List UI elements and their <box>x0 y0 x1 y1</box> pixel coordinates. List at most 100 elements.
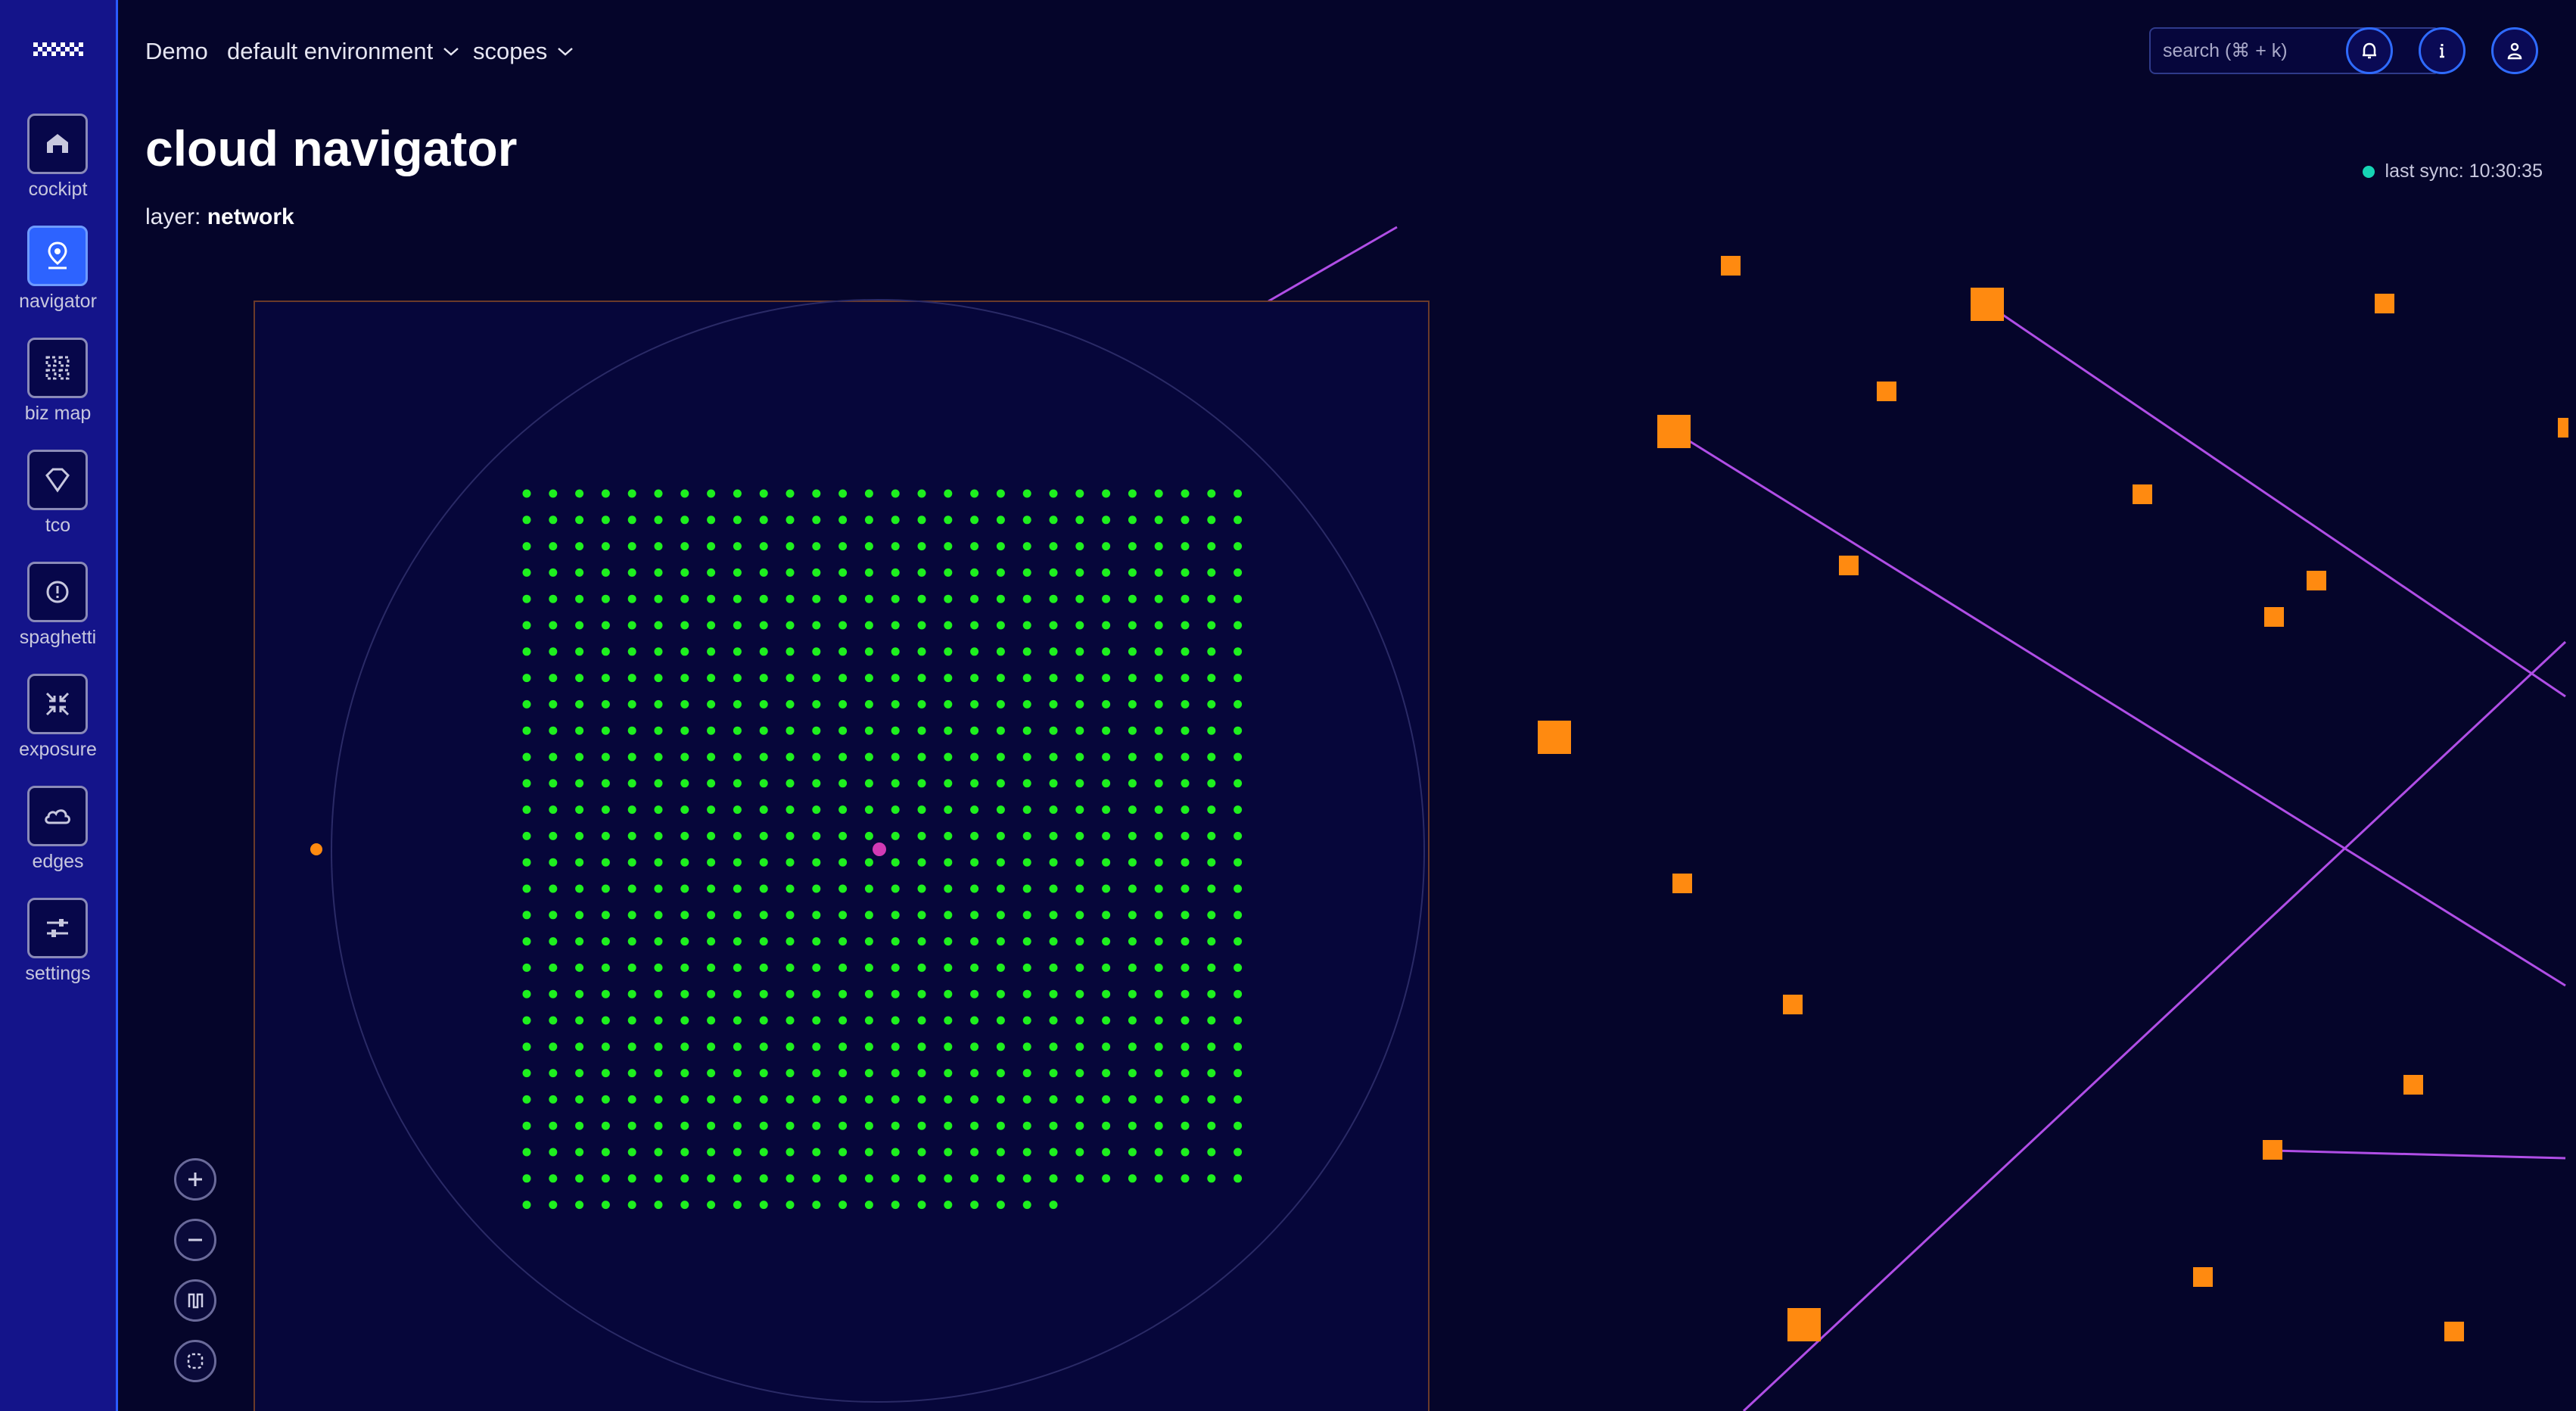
network-node[interactable] <box>1049 594 1058 603</box>
network-node[interactable] <box>1234 699 1243 709</box>
network-node[interactable] <box>1049 1174 1058 1183</box>
network-node[interactable] <box>680 542 689 551</box>
network-node[interactable] <box>707 699 716 709</box>
network-node[interactable] <box>549 831 558 840</box>
network-node[interactable] <box>707 1148 716 1157</box>
network-node[interactable] <box>1154 1069 1163 1078</box>
network-node[interactable] <box>996 699 1005 709</box>
network-node[interactable] <box>575 647 584 656</box>
network-node[interactable] <box>786 489 795 498</box>
network-node[interactable] <box>1022 699 1031 709</box>
network-node[interactable] <box>917 831 926 840</box>
network-node[interactable] <box>522 1148 531 1157</box>
network-node[interactable] <box>864 1095 873 1104</box>
network-node[interactable] <box>786 831 795 840</box>
network-node[interactable] <box>680 884 689 893</box>
network-node[interactable] <box>838 1174 848 1183</box>
network-node[interactable] <box>1207 1069 1216 1078</box>
network-node[interactable] <box>707 1069 716 1078</box>
network-node[interactable] <box>680 699 689 709</box>
network-node[interactable] <box>522 989 531 998</box>
network-node[interactable] <box>759 674 768 683</box>
network-node[interactable] <box>812 752 821 762</box>
network-node[interactable] <box>733 1148 742 1157</box>
network-node[interactable] <box>733 1174 742 1183</box>
network-node[interactable] <box>838 674 848 683</box>
network-node[interactable] <box>759 1042 768 1051</box>
network-node[interactable] <box>522 858 531 867</box>
network-node[interactable] <box>1154 937 1163 946</box>
network-node[interactable] <box>680 937 689 946</box>
network-node[interactable] <box>1128 621 1137 630</box>
network-node[interactable] <box>522 831 531 840</box>
network-node[interactable] <box>1181 489 1190 498</box>
network-node[interactable] <box>812 647 821 656</box>
network-node[interactable] <box>575 489 584 498</box>
network-node[interactable] <box>1102 884 1111 893</box>
network-node[interactable] <box>812 699 821 709</box>
network-node[interactable] <box>1128 1016 1137 1025</box>
network-node[interactable] <box>1207 858 1216 867</box>
network-node[interactable] <box>1154 1095 1163 1104</box>
network-node[interactable] <box>601 884 610 893</box>
network-node[interactable] <box>1075 515 1084 525</box>
network-node[interactable] <box>680 674 689 683</box>
network-node[interactable] <box>601 805 610 815</box>
network-node[interactable] <box>1234 621 1243 630</box>
network-node[interactable] <box>970 647 979 656</box>
network-node[interactable] <box>1181 1095 1190 1104</box>
network-node[interactable] <box>996 647 1005 656</box>
network-node[interactable] <box>812 621 821 630</box>
network-node[interactable] <box>627 963 636 972</box>
network-node[interactable] <box>1154 1016 1163 1025</box>
network-node[interactable] <box>1207 805 1216 815</box>
network-node[interactable] <box>522 937 531 946</box>
network-node[interactable] <box>1049 779 1058 788</box>
network-node[interactable] <box>1022 489 1031 498</box>
network-node[interactable] <box>838 1121 848 1130</box>
network-node[interactable] <box>522 911 531 920</box>
breadcrumb-org[interactable]: Demo <box>145 38 208 65</box>
network-node[interactable] <box>654 1069 663 1078</box>
network-node[interactable] <box>864 647 873 656</box>
network-map-canvas[interactable] <box>0 0 2576 1411</box>
network-node[interactable] <box>1128 911 1137 920</box>
network-node[interactable] <box>1049 621 1058 630</box>
network-node[interactable] <box>944 752 953 762</box>
network-node[interactable] <box>1154 805 1163 815</box>
network-node[interactable] <box>1154 674 1163 683</box>
resource-node[interactable] <box>1839 556 1859 575</box>
network-node[interactable] <box>864 989 873 998</box>
network-node[interactable] <box>786 989 795 998</box>
network-node[interactable] <box>970 1121 979 1130</box>
network-node[interactable] <box>759 805 768 815</box>
network-node[interactable] <box>1075 726 1084 735</box>
network-node[interactable] <box>917 1201 926 1210</box>
network-node[interactable] <box>522 647 531 656</box>
network-node[interactable] <box>1128 699 1137 709</box>
network-node[interactable] <box>654 621 663 630</box>
network-node[interactable] <box>1102 699 1111 709</box>
resource-node[interactable] <box>1783 995 1803 1014</box>
network-node[interactable] <box>1102 1042 1111 1051</box>
network-node[interactable] <box>759 647 768 656</box>
network-node[interactable] <box>1022 831 1031 840</box>
network-node[interactable] <box>1102 805 1111 815</box>
network-node[interactable] <box>549 752 558 762</box>
network-node[interactable] <box>891 1174 900 1183</box>
network-node[interactable] <box>1102 542 1111 551</box>
network-node[interactable] <box>812 568 821 577</box>
network-node[interactable] <box>996 911 1005 920</box>
network-node[interactable] <box>549 805 558 815</box>
network-node[interactable] <box>1102 568 1111 577</box>
network-node[interactable] <box>522 515 531 525</box>
network-node[interactable] <box>1128 884 1137 893</box>
network-node[interactable] <box>1049 699 1058 709</box>
network-node[interactable] <box>627 1148 636 1157</box>
network-node[interactable] <box>996 489 1005 498</box>
network-node[interactable] <box>1181 726 1190 735</box>
network-node[interactable] <box>575 1174 584 1183</box>
network-node[interactable] <box>733 805 742 815</box>
network-node[interactable] <box>838 989 848 998</box>
network-node[interactable] <box>522 542 531 551</box>
